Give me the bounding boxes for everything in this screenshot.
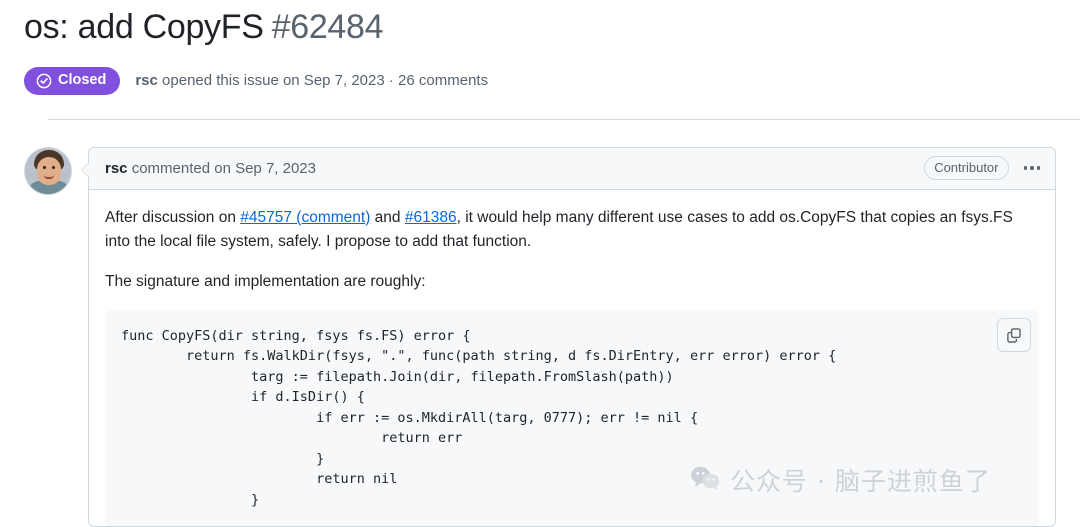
author-association-badge: Contributor [924, 156, 1009, 180]
status-badge: Closed [24, 66, 121, 95]
copy-icon[interactable] [997, 317, 1031, 352]
issue-header: os: add CopyFS #62484 Closed rsc opened t… [0, 0, 1080, 120]
comment-area: rsc commented on Sep 7, 2023 Contributor… [0, 120, 1080, 527]
issue-link-45757[interactable]: #45757 (comment) [240, 209, 370, 226]
comment-author[interactable]: rsc [105, 160, 128, 177]
issue-meta-text: rsc opened this issue on Sep 7, 2023 · 2… [135, 72, 488, 89]
kebab-horizontal-icon[interactable] [1021, 161, 1044, 175]
comment-byline-suffix: commented on Sep 7, 2023 [127, 159, 316, 177]
page-title: os: add CopyFS #62484 [24, 6, 1080, 49]
comment-byline: rsc commented on Sep 7, 2023 [105, 160, 316, 177]
paragraph1-between-links: and [370, 208, 405, 226]
issue-link-61386[interactable]: #61386 [405, 209, 457, 226]
comment-paragraph-1: After discussion on #45757 (comment) and… [105, 206, 1039, 254]
check-circle-icon [36, 73, 52, 89]
paragraph1-before-link1: After discussion on [105, 208, 241, 226]
code-block: func CopyFS(dir string, fsys fs.FS) erro… [105, 309, 1039, 527]
comment-header-actions: Contributor [924, 156, 1043, 180]
issue-number: #62484 [271, 8, 384, 46]
comment-body: After discussion on #45757 (comment) and… [89, 190, 1055, 527]
issue-meta-row: Closed rsc opened this issue on Sep 7, 2… [24, 66, 1080, 95]
issue-title-text: os: add CopyFS [24, 8, 264, 46]
comment-paragraph-2: The signature and implementation are rou… [105, 272, 426, 290]
issue-meta-suffix: opened this issue on Sep 7, 2023 · 26 co… [157, 72, 489, 89]
issue-author[interactable]: rsc [135, 72, 158, 89]
status-badge-label: Closed [58, 72, 107, 89]
code-content: func CopyFS(dir string, fsys fs.FS) erro… [121, 327, 837, 508]
avatar[interactable] [24, 146, 72, 195]
comment-box: rsc commented on Sep 7, 2023 Contributor… [81, 146, 1056, 527]
comment-header: rsc commented on Sep 7, 2023 Contributor [89, 147, 1055, 190]
